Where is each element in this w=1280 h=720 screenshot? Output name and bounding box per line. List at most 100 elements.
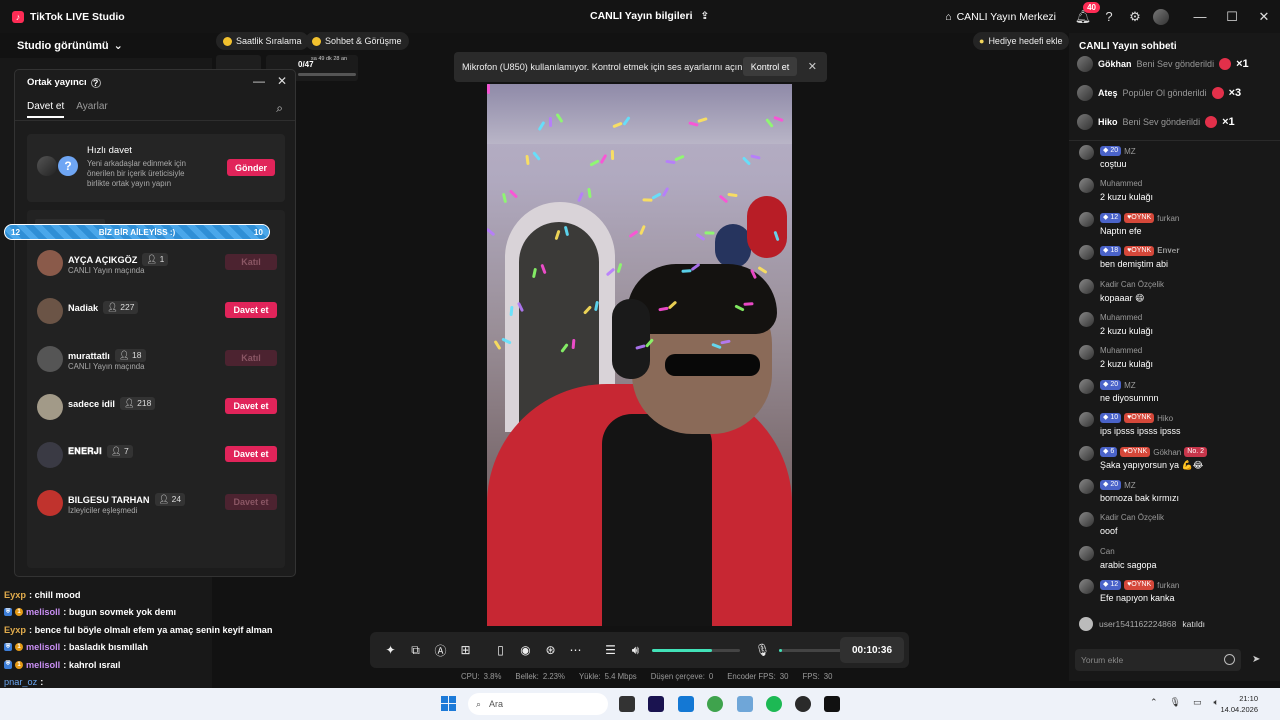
camera-settings-icon[interactable]: ⊛ bbox=[538, 638, 563, 663]
chat-username[interactable]: furkan bbox=[1157, 214, 1179, 223]
speaker-icon[interactable]: 🔈︎ bbox=[1214, 697, 1219, 708]
settings-app-icon[interactable] bbox=[737, 696, 753, 712]
outlook-icon[interactable] bbox=[678, 696, 694, 712]
profile-button[interactable] bbox=[1148, 4, 1174, 30]
hourly-ranking-chip[interactable]: Saatlik Sıralama bbox=[216, 32, 309, 50]
chat-username[interactable]: melisoll bbox=[26, 642, 60, 652]
after-effects-icon[interactable] bbox=[648, 696, 664, 712]
taskbar-search[interactable]: ⌕ Ara bbox=[468, 693, 608, 715]
chat-username[interactable]: furkan bbox=[1157, 581, 1179, 590]
chat-username[interactable]: Muhammed bbox=[1100, 179, 1142, 188]
clock[interactable]: 21:10 14.04.2026 bbox=[1220, 693, 1258, 715]
more-icon[interactable]: ⋯ bbox=[563, 638, 588, 663]
chat-username[interactable]: Muhammed bbox=[1100, 346, 1142, 355]
chrome-icon[interactable] bbox=[707, 696, 723, 712]
speaker-icon[interactable]: 🔊︎ bbox=[623, 638, 648, 663]
chat-call-chip[interactable]: Sohbet & Görüşme bbox=[305, 32, 409, 50]
maximize-icon[interactable]: ☐ bbox=[1216, 9, 1248, 25]
chat-username[interactable]: melisoll bbox=[26, 660, 60, 670]
avatar[interactable] bbox=[37, 490, 63, 516]
invite-button[interactable]: Davet et bbox=[225, 494, 277, 510]
mixer-icon[interactable]: ☰ bbox=[598, 638, 623, 663]
send-button[interactable]: Gönder bbox=[227, 159, 275, 176]
add-source-icon[interactable]: ⊞ bbox=[453, 638, 478, 663]
avatar[interactable] bbox=[1079, 178, 1094, 193]
volume-slider[interactable] bbox=[652, 648, 740, 652]
avatar[interactable] bbox=[1079, 345, 1094, 360]
ai-icon[interactable]: Ⓐ bbox=[428, 638, 453, 663]
microphone-icon[interactable]: 🎙︎ bbox=[1170, 697, 1181, 708]
avatar[interactable] bbox=[1079, 312, 1094, 327]
sticker-icon[interactable]: ⧉ bbox=[403, 638, 428, 663]
start-icon[interactable] bbox=[441, 696, 456, 711]
chat-username[interactable]: Muhammed bbox=[1100, 313, 1142, 322]
network-icon[interactable]: ▭ bbox=[1193, 697, 1202, 708]
stream-info-title[interactable]: CANLI Yayın bilgileri ⇪ bbox=[590, 10, 709, 22]
chat-username[interactable]: Kadir Can Özçelik bbox=[1100, 280, 1164, 289]
spotify-icon[interactable] bbox=[766, 696, 782, 712]
avatar[interactable] bbox=[1077, 85, 1093, 101]
avatar[interactable] bbox=[1079, 579, 1094, 594]
record-icon[interactable]: ◉ bbox=[513, 638, 538, 663]
check-button[interactable]: Kontrol et bbox=[743, 57, 797, 76]
avatar[interactable] bbox=[1077, 114, 1093, 130]
send-icon[interactable]: ➤ bbox=[1252, 654, 1260, 665]
gear-icon[interactable]: ⚙ bbox=[1122, 4, 1148, 30]
chat-username[interactable]: Eyxp bbox=[4, 625, 26, 635]
avatar[interactable] bbox=[1079, 479, 1094, 494]
help-icon[interactable]: ? bbox=[1096, 4, 1122, 30]
chat-username[interactable]: 𝐄𝐧𝐯𝐞𝐫 bbox=[1157, 246, 1179, 256]
avatar[interactable] bbox=[1079, 446, 1094, 461]
chat-username[interactable]: MZ bbox=[1124, 147, 1136, 156]
close-icon[interactable]: ✕ bbox=[277, 74, 287, 88]
avatar[interactable] bbox=[1079, 145, 1094, 160]
chevron-up-icon[interactable]: ⌃ bbox=[1150, 697, 1158, 708]
share-icon[interactable]: ⇪ bbox=[701, 10, 710, 22]
invite-button[interactable]: Katıl bbox=[225, 254, 277, 270]
chat-username[interactable]: Hiko bbox=[1157, 414, 1173, 423]
task-view-icon[interactable] bbox=[619, 696, 635, 712]
chat-username[interactable]: MZ bbox=[1124, 481, 1136, 490]
tab-settings[interactable]: Ayarlar bbox=[76, 101, 108, 118]
join-user[interactable]: user1541162224868 bbox=[1099, 619, 1176, 629]
studio-view-dropdown[interactable]: Studio görünümü ⌄ bbox=[17, 39, 123, 53]
search-icon[interactable]: ⌕ bbox=[276, 101, 283, 116]
effects-icon[interactable]: ✦ bbox=[378, 638, 403, 663]
avatar[interactable] bbox=[37, 346, 63, 372]
gift-sender[interactable]: Ateş bbox=[1098, 88, 1118, 98]
gift-sender[interactable]: Hiko bbox=[1098, 117, 1118, 127]
obs-icon[interactable] bbox=[795, 696, 811, 712]
minimize-icon[interactable]: — bbox=[253, 74, 265, 88]
add-gift-goal-button[interactable]: ● Hediye hedefi ekle bbox=[973, 32, 1069, 50]
chat-username[interactable]: Kadir Can Özçelik bbox=[1100, 513, 1164, 522]
chat-username[interactable]: MZ bbox=[1124, 381, 1136, 390]
invite-button[interactable]: Katıl bbox=[225, 350, 277, 366]
avatar[interactable] bbox=[1079, 379, 1094, 394]
invite-button[interactable]: Davet et bbox=[225, 302, 277, 318]
chat-username[interactable]: Gökhan bbox=[1153, 448, 1181, 457]
avatar[interactable] bbox=[37, 394, 63, 420]
live-center-button[interactable]: ⌂ CANLI Yayın Merkezi bbox=[945, 11, 1056, 23]
close-icon[interactable]: ✕ bbox=[808, 60, 817, 73]
avatar[interactable] bbox=[1077, 56, 1093, 72]
microphone-icon[interactable]: 🎙︎ bbox=[750, 638, 775, 663]
avatar[interactable] bbox=[37, 298, 63, 324]
tiktok-icon[interactable] bbox=[824, 696, 840, 712]
avatar[interactable] bbox=[1079, 212, 1094, 227]
avatar[interactable] bbox=[1079, 512, 1094, 527]
avatar[interactable] bbox=[1079, 412, 1094, 427]
chat-username[interactable]: Can bbox=[1100, 547, 1115, 556]
phone-icon[interactable]: ▯ bbox=[488, 638, 513, 663]
chat-username[interactable]: pnar_oz bbox=[4, 677, 37, 687]
avatar[interactable] bbox=[1079, 279, 1094, 294]
minimize-icon[interactable]: — bbox=[1184, 9, 1216, 24]
notification-button[interactable]: 🔔︎ 40 bbox=[1070, 1, 1100, 30]
invite-button[interactable]: Davet et bbox=[225, 446, 277, 462]
emoji-icon[interactable] bbox=[1224, 654, 1235, 665]
gift-sender[interactable]: Gökhan bbox=[1098, 59, 1132, 69]
close-icon[interactable]: ✕ bbox=[1248, 9, 1280, 25]
comment-input[interactable]: Yorum ekle bbox=[1075, 649, 1241, 671]
help-icon[interactable]: ? bbox=[90, 77, 101, 88]
tab-invite[interactable]: Davet et bbox=[27, 101, 65, 118]
avatar[interactable] bbox=[37, 250, 63, 276]
